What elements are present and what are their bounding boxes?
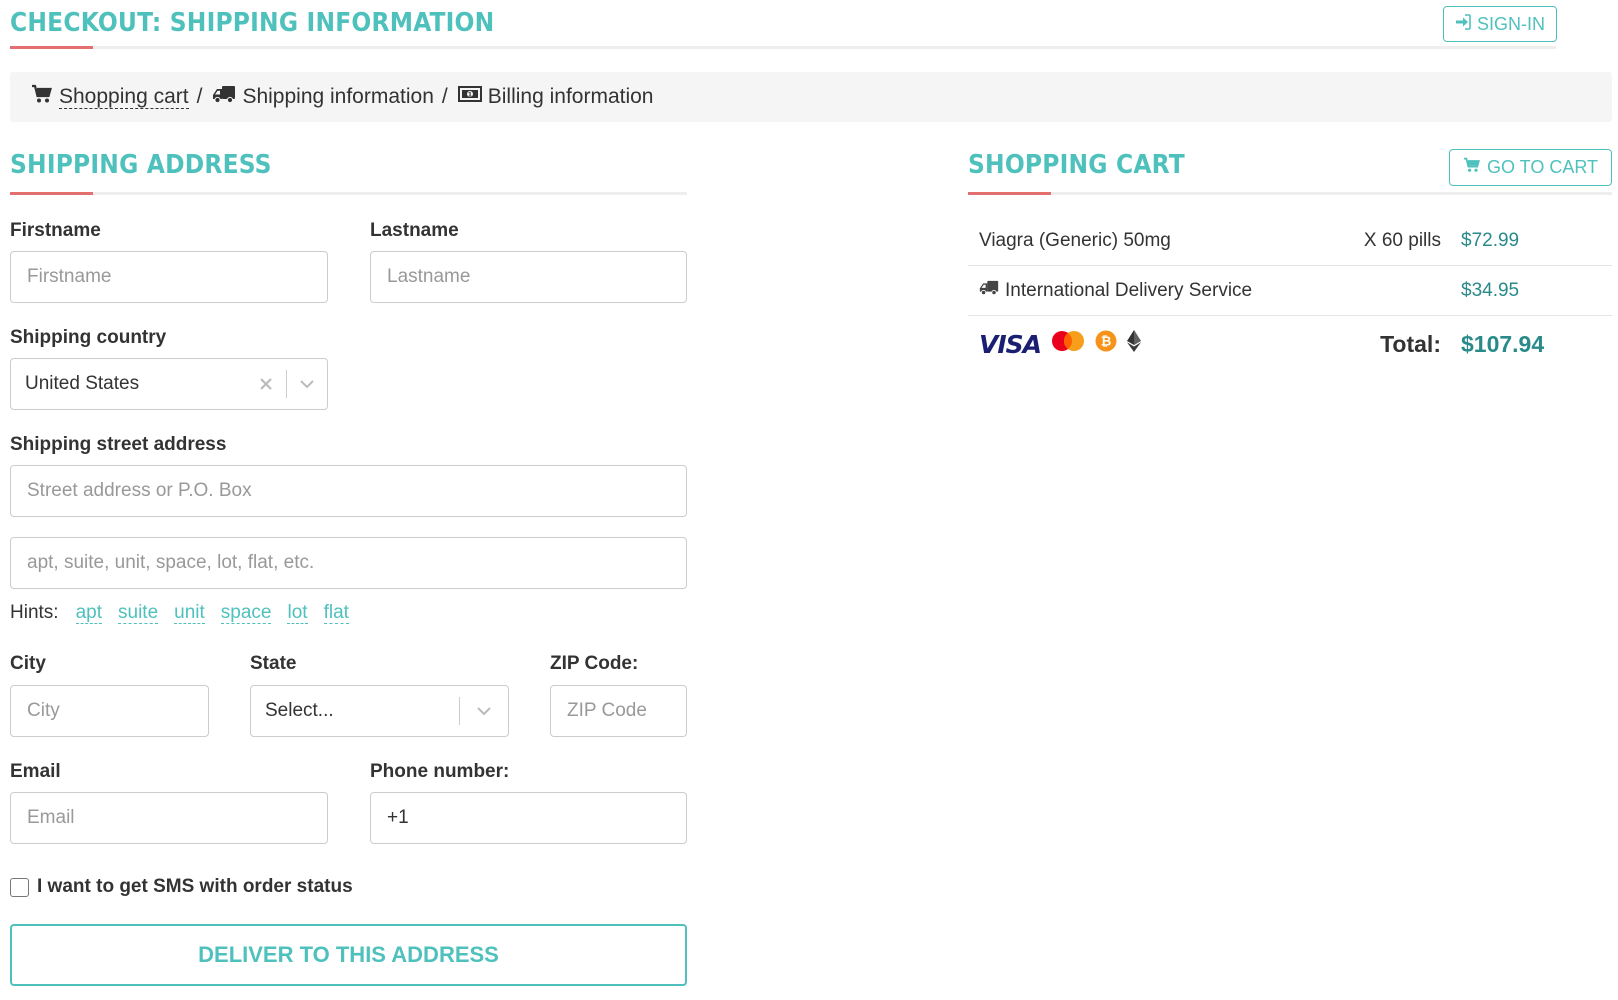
deliver-to-address-button[interactable]: DELIVER TO THIS ADDRESS [10, 924, 687, 986]
mastercard-logo [1051, 330, 1085, 358]
go-to-cart-label: GO TO CART [1486, 157, 1599, 177]
cart-item-qty: X 60 pills [1363, 229, 1441, 251]
sign-in-button[interactable]: SIGN-IN [1443, 6, 1557, 42]
firstname-input[interactable] [10, 251, 328, 303]
breadcrumb-label: Billing information [487, 85, 654, 108]
state-label: State [250, 653, 297, 674]
truck-icon [979, 279, 999, 302]
shipping-country-select[interactable]: United States [10, 358, 328, 410]
shopping-cart-heading: SHOPPING CART [968, 150, 1185, 180]
breadcrumb-label: Shipping information [242, 85, 434, 108]
breadcrumb-shipping-information: Shipping information [212, 84, 434, 110]
svg-text:₿: ₿ [1101, 335, 1112, 350]
hint-suite[interactable]: suite [118, 602, 159, 624]
bitcoin-logo: ₿ [1095, 330, 1117, 358]
breadcrumb-label: Shopping cart [59, 84, 189, 109]
hint-unit[interactable]: unit [174, 602, 205, 624]
city-input[interactable] [10, 685, 209, 737]
hint-flat[interactable]: flat [323, 602, 349, 624]
chevron-down-icon[interactable] [460, 686, 508, 736]
clear-icon[interactable] [246, 359, 286, 409]
sign-in-icon [1455, 13, 1471, 35]
truck-icon [212, 84, 236, 110]
state-value: Select... [265, 700, 334, 721]
visa-logo: VISA [979, 329, 1042, 359]
city-label: City [10, 653, 46, 674]
payment-icons: VISA ₿ [979, 329, 1142, 359]
title-rule [10, 46, 1556, 49]
phone-number-input[interactable] [370, 792, 687, 844]
shipping-heading-rule [10, 192, 687, 195]
cart-item-name: Viagra (Generic) 50mg [979, 229, 1171, 251]
total-value: $107.94 [1461, 330, 1545, 357]
sms-checkbox[interactable] [10, 877, 29, 897]
hint-space[interactable]: space [220, 602, 272, 624]
breadcrumb: Shopping cart / Shipping information / 1… [10, 72, 1612, 122]
lastname-label: Lastname [370, 220, 459, 241]
shipping-address-heading: SHIPPING ADDRESS [10, 150, 272, 180]
total-label: Total: [1380, 330, 1441, 357]
address-hints: Hints: apt suite unit space lot flat [10, 602, 349, 624]
cart-item-row: Viagra (Generic) 50mg X 60 pills $72.99 [968, 216, 1612, 266]
cart-item-price: $72.99 [1461, 229, 1520, 251]
firstname-label: Firstname [10, 220, 101, 241]
breadcrumb-separator: / [196, 85, 203, 108]
sms-opt-in[interactable]: I want to get SMS with order status [10, 876, 353, 898]
sign-in-label: SIGN-IN [1476, 13, 1545, 34]
page-title: CHECKOUT: SHIPPING INFORMATION [10, 8, 495, 38]
email-label: Email [10, 761, 61, 782]
sms-label: I want to get SMS with order status [37, 876, 353, 897]
breadcrumb-billing-information: 1 Billing information [457, 85, 654, 109]
street-address-label: Shipping street address [10, 434, 227, 455]
breadcrumb-separator: / [441, 85, 448, 108]
lastname-input[interactable] [370, 251, 687, 303]
cart-icon [1463, 157, 1481, 178]
zip-code-input[interactable] [550, 685, 687, 737]
street-address-input[interactable] [10, 465, 687, 517]
chevron-down-icon[interactable] [287, 359, 327, 409]
shipping-country-label: Shipping country [10, 327, 167, 348]
go-to-cart-button[interactable]: GO TO CART [1449, 149, 1612, 186]
cart-total-row: VISA ₿ Total: $107.94 [968, 318, 1612, 370]
shipping-country-value: United States [25, 373, 140, 394]
phone-number-label: Phone number: [370, 761, 510, 782]
street-address-line2-input[interactable] [10, 537, 687, 589]
zip-code-label: ZIP Code: [550, 653, 639, 674]
cart-item-price: $34.95 [1461, 279, 1520, 301]
ethereum-logo [1127, 330, 1142, 358]
svg-text:1: 1 [468, 91, 472, 98]
cart-item-row: International Delivery Service $34.95 [968, 266, 1612, 316]
hints-label: Hints: [10, 602, 59, 623]
money-icon: 1 [457, 85, 482, 109]
cart-icon [31, 84, 53, 110]
cart-item-name-wrap: International Delivery Service [979, 279, 1252, 302]
cart-heading-rule [968, 192, 1612, 195]
email-input[interactable] [10, 792, 328, 844]
cart-item-name: International Delivery Service [1005, 279, 1253, 301]
breadcrumb-shopping-cart[interactable]: Shopping cart [31, 84, 189, 110]
hint-apt[interactable]: apt [75, 602, 102, 624]
hint-lot[interactable]: lot [287, 602, 308, 624]
state-select[interactable]: Select... [250, 685, 509, 737]
